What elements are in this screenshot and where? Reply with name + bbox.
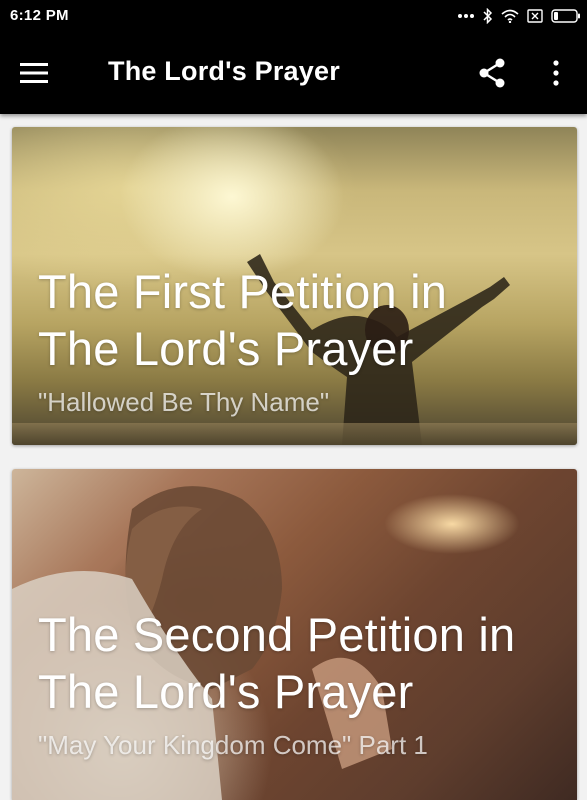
article-card-second-petition[interactable]: The Second Petition in The Lord's Prayer… [12, 469, 577, 800]
more-dots-icon [457, 13, 475, 19]
battery-icon [551, 9, 581, 23]
status-time: 6:12 PM [10, 7, 69, 24]
card-subtitle: "Hallowed Be Thy Name" [38, 387, 330, 417]
sim-icon [527, 9, 543, 23]
card-title-line-2: The Lord's Prayer [38, 665, 414, 718]
status-bar: 6:12 PM [0, 0, 587, 32]
menu-icon [20, 63, 48, 83]
share-button[interactable] [472, 53, 512, 93]
status-icons [457, 6, 581, 26]
bluetooth-icon [483, 8, 493, 24]
article-card-first-petition[interactable]: The First Petition in The Lord's Prayer … [12, 127, 577, 445]
card-title-line-2: The Lord's Prayer [38, 322, 414, 375]
card-text: The First Petition in The Lord's Prayer … [38, 263, 447, 417]
card-subtitle: "May Your Kingdom Come" Part 1 [38, 730, 428, 760]
card-text: The Second Petition in The Lord's Prayer… [38, 606, 515, 760]
wifi-icon [501, 9, 519, 23]
overflow-menu-button[interactable] [536, 53, 576, 93]
share-icon [479, 58, 505, 88]
app-bar: The Lord's Prayer [0, 32, 587, 114]
more-vertical-icon [553, 60, 559, 86]
card-ground [12, 423, 577, 445]
card-title-line-1: The First Petition in [38, 265, 448, 318]
menu-button[interactable] [14, 53, 54, 93]
app-title: The Lord's Prayer [108, 56, 340, 86]
card-title-line-1: The Second Petition in [38, 608, 516, 661]
